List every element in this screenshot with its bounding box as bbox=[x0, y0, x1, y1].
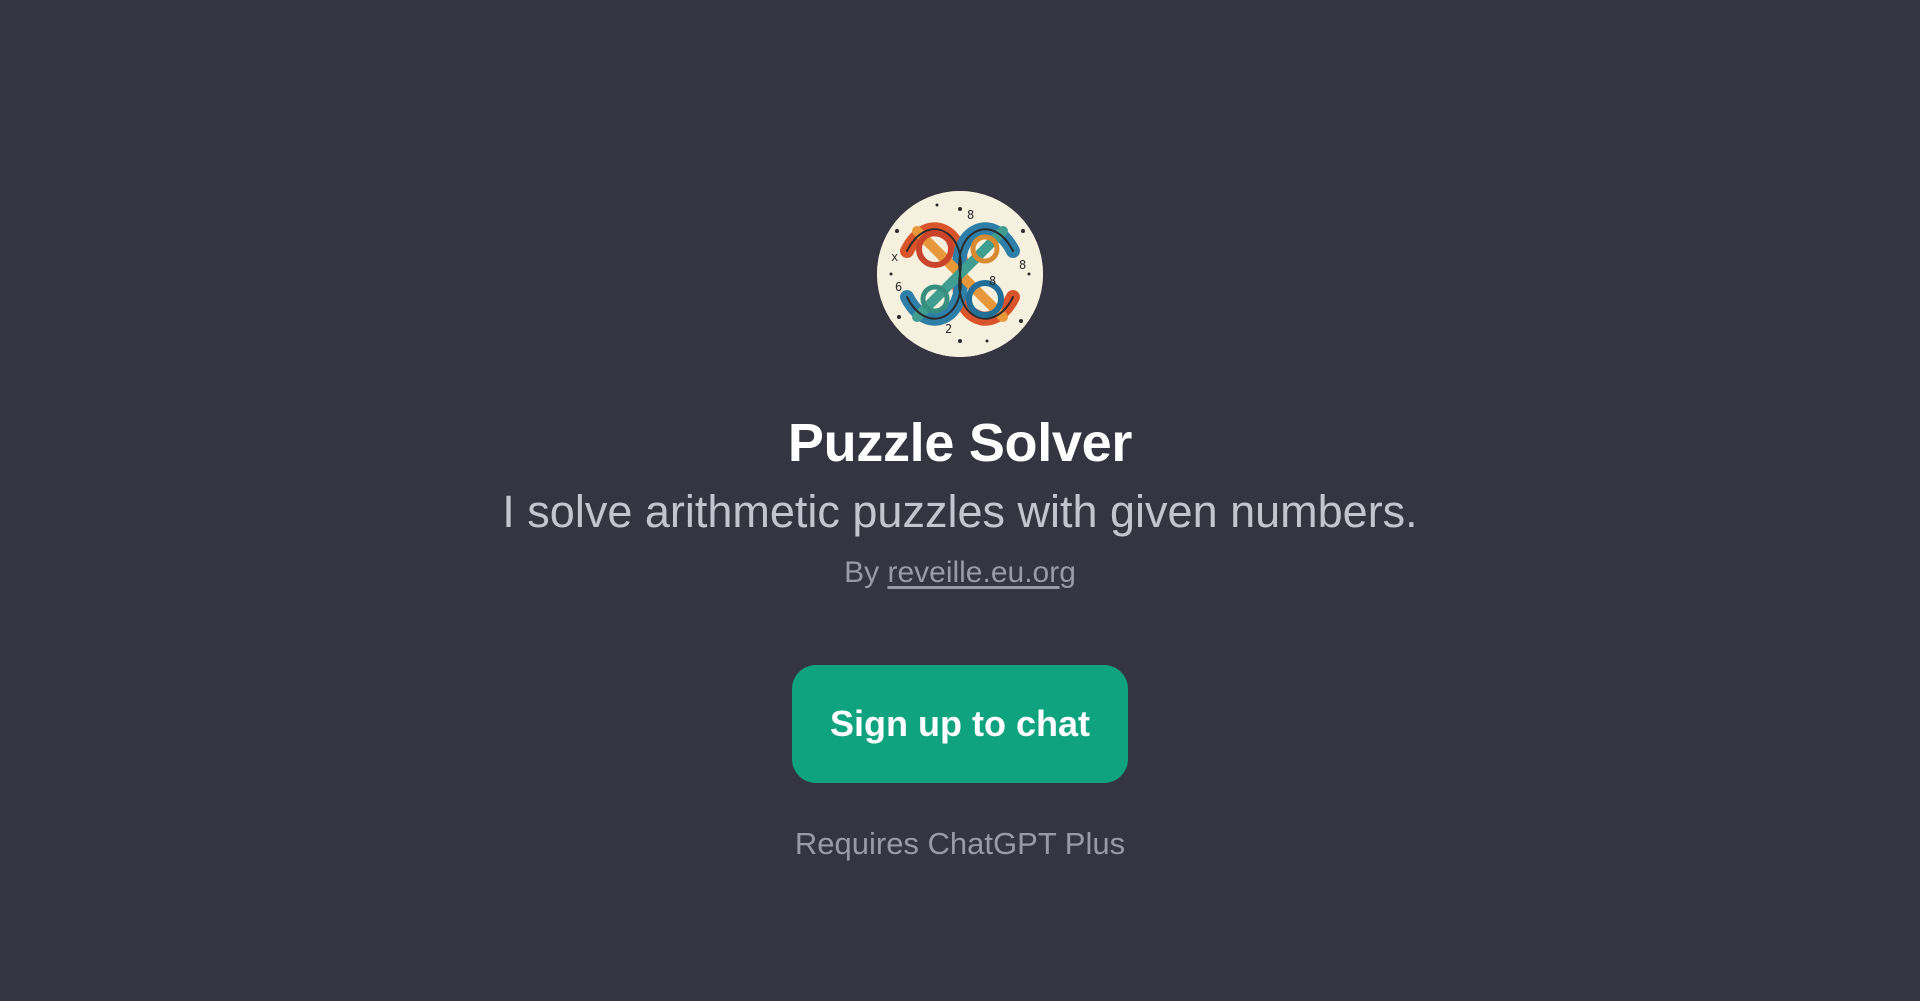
svg-text:8: 8 bbox=[1019, 258, 1026, 272]
byline: By reveille.eu.org bbox=[844, 553, 1076, 593]
svg-text:8: 8 bbox=[967, 208, 974, 222]
gpt-avatar-icon: 8 8 x 6 2 8 bbox=[877, 191, 1043, 357]
gpt-description: I solve arithmetic puzzles with given nu… bbox=[502, 486, 1418, 537]
svg-text:8: 8 bbox=[989, 274, 996, 288]
sign-up-to-chat-button[interactable]: Sign up to chat bbox=[792, 665, 1128, 783]
gpt-title: Puzzle Solver bbox=[787, 413, 1133, 473]
author-link[interactable]: reveille.eu.org bbox=[887, 556, 1075, 589]
requires-plus-note: Requires ChatGPT Plus bbox=[794, 826, 1126, 861]
svg-text:2: 2 bbox=[945, 322, 952, 336]
gpt-landing-page: 8 8 x 6 2 8 Puzzle Solver I solve arithm… bbox=[0, 0, 1920, 1001]
byline-prefix: By bbox=[844, 556, 880, 589]
svg-text:6: 6 bbox=[895, 280, 902, 294]
svg-text:x: x bbox=[891, 250, 898, 264]
